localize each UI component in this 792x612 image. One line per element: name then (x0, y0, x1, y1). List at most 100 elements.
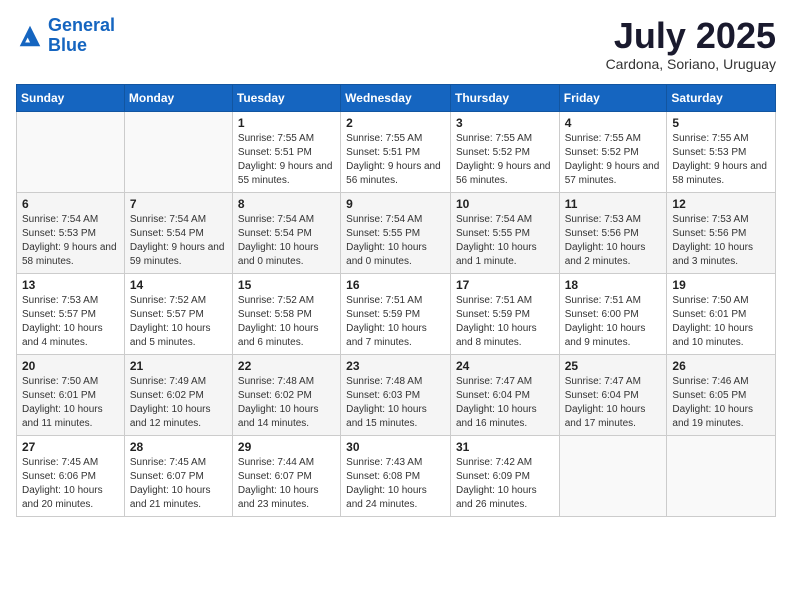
day-info: Sunrise: 7:55 AM Sunset: 5:53 PM Dayligh… (672, 132, 770, 188)
day-info: Sunrise: 7:52 AM Sunset: 5:58 PM Dayligh… (238, 294, 335, 350)
svg-text:▲: ▲ (23, 34, 31, 44)
page-header: ▲ General Blue July 2025 Cardona, Sorian… (16, 16, 776, 72)
day-info: Sunrise: 7:54 AM Sunset: 5:55 PM Dayligh… (346, 213, 445, 269)
day-info: Sunrise: 7:44 AM Sunset: 6:07 PM Dayligh… (238, 456, 335, 512)
day-info: Sunrise: 7:55 AM Sunset: 5:51 PM Dayligh… (238, 132, 335, 188)
calendar-cell: 12 Sunrise: 7:53 AM Sunset: 5:56 PM Dayli… (667, 192, 776, 273)
calendar-cell: 25 Sunrise: 7:47 AM Sunset: 6:04 PM Dayli… (559, 354, 667, 435)
calendar-cell: 27Sunrise: 7:45 AM Sunset: 6:06 PM Dayli… (17, 435, 125, 516)
calendar-cell: 11Sunrise: 7:53 AM Sunset: 5:56 PM Dayli… (559, 192, 667, 273)
calendar-cell: 1 Sunrise: 7:55 AM Sunset: 5:51 PM Daylig… (232, 111, 340, 192)
calendar-week-1: 1 Sunrise: 7:55 AM Sunset: 5:51 PM Daylig… (17, 111, 776, 192)
day-number: 4 (565, 116, 662, 130)
day-info: Sunrise: 7:55 AM Sunset: 5:52 PM Dayligh… (456, 132, 554, 188)
day-number: 25 (565, 359, 662, 373)
day-info: Sunrise: 7:55 AM Sunset: 5:51 PM Dayligh… (346, 132, 445, 188)
day-info: Sunrise: 7:48 AM Sunset: 6:02 PM Dayligh… (238, 375, 335, 431)
day-info: Sunrise: 7:53 AM Sunset: 5:56 PM Dayligh… (565, 213, 662, 269)
day-number: 9 (346, 197, 445, 211)
calendar-cell: 7Sunrise: 7:54 AM Sunset: 5:54 PM Daylig… (124, 192, 232, 273)
day-number: 2 (346, 116, 445, 130)
day-info: Sunrise: 7:53 AM Sunset: 5:57 PM Dayligh… (22, 294, 119, 350)
calendar-week-5: 27Sunrise: 7:45 AM Sunset: 6:06 PM Dayli… (17, 435, 776, 516)
weekday-header-wednesday: Wednesday (341, 84, 451, 111)
calendar-cell: 23 Sunrise: 7:48 AM Sunset: 6:03 PM Dayli… (341, 354, 451, 435)
calendar-cell: 31 Sunrise: 7:42 AM Sunset: 6:09 PM Dayli… (450, 435, 559, 516)
day-number: 30 (346, 440, 445, 454)
day-number: 31 (456, 440, 554, 454)
day-info: Sunrise: 7:45 AM Sunset: 6:07 PM Dayligh… (130, 456, 227, 512)
calendar-cell: 4Sunrise: 7:55 AM Sunset: 5:52 PM Daylig… (559, 111, 667, 192)
calendar-cell: 8 Sunrise: 7:54 AM Sunset: 5:54 PM Daylig… (232, 192, 340, 273)
day-info: Sunrise: 7:53 AM Sunset: 5:56 PM Dayligh… (672, 213, 770, 269)
logo-text: General Blue (48, 16, 115, 56)
day-number: 8 (238, 197, 335, 211)
day-info: Sunrise: 7:51 AM Sunset: 6:00 PM Dayligh… (565, 294, 662, 350)
day-info: Sunrise: 7:51 AM Sunset: 5:59 PM Dayligh… (456, 294, 554, 350)
location-subtitle: Cardona, Soriano, Uruguay (606, 56, 776, 72)
day-info: Sunrise: 7:54 AM Sunset: 5:55 PM Dayligh… (456, 213, 554, 269)
calendar-cell (667, 435, 776, 516)
calendar-cell: 13Sunrise: 7:53 AM Sunset: 5:57 PM Dayli… (17, 273, 125, 354)
calendar-cell: 19Sunrise: 7:50 AM Sunset: 6:01 PM Dayli… (667, 273, 776, 354)
calendar-cell: 29 Sunrise: 7:44 AM Sunset: 6:07 PM Dayli… (232, 435, 340, 516)
calendar-cell: 2 Sunrise: 7:55 AM Sunset: 5:51 PM Daylig… (341, 111, 451, 192)
day-info: Sunrise: 7:48 AM Sunset: 6:03 PM Dayligh… (346, 375, 445, 431)
day-info: Sunrise: 7:47 AM Sunset: 6:04 PM Dayligh… (456, 375, 554, 431)
calendar-cell (559, 435, 667, 516)
day-info: Sunrise: 7:43 AM Sunset: 6:08 PM Dayligh… (346, 456, 445, 512)
day-number: 18 (565, 278, 662, 292)
day-number: 29 (238, 440, 335, 454)
calendar-table: SundayMondayTuesdayWednesdayThursdayFrid… (16, 84, 776, 517)
calendar-cell: 30 Sunrise: 7:43 AM Sunset: 6:08 PM Dayli… (341, 435, 451, 516)
logo-line2: Blue (48, 35, 87, 55)
day-info: Sunrise: 7:47 AM Sunset: 6:04 PM Dayligh… (565, 375, 662, 431)
calendar-cell: 18 Sunrise: 7:51 AM Sunset: 6:00 PM Dayli… (559, 273, 667, 354)
day-number: 10 (456, 197, 554, 211)
day-info: Sunrise: 7:45 AM Sunset: 6:06 PM Dayligh… (22, 456, 119, 512)
calendar-cell: 17 Sunrise: 7:51 AM Sunset: 5:59 PM Dayli… (450, 273, 559, 354)
calendar-cell: 22Sunrise: 7:48 AM Sunset: 6:02 PM Dayli… (232, 354, 340, 435)
day-number: 19 (672, 278, 770, 292)
day-number: 21 (130, 359, 227, 373)
day-info: Sunrise: 7:54 AM Sunset: 5:54 PM Dayligh… (238, 213, 335, 269)
day-number: 16 (346, 278, 445, 292)
calendar-cell: 6 Sunrise: 7:54 AM Sunset: 5:53 PM Daylig… (17, 192, 125, 273)
day-number: 14 (130, 278, 227, 292)
calendar-cell: 21Sunrise: 7:49 AM Sunset: 6:02 PM Dayli… (124, 354, 232, 435)
logo-icon: ▲ (16, 22, 44, 50)
calendar-cell: 26Sunrise: 7:46 AM Sunset: 6:05 PM Dayli… (667, 354, 776, 435)
day-number: 12 (672, 197, 770, 211)
weekday-header-tuesday: Tuesday (232, 84, 340, 111)
weekday-header-saturday: Saturday (667, 84, 776, 111)
day-info: Sunrise: 7:54 AM Sunset: 5:53 PM Dayligh… (22, 213, 119, 269)
weekday-header-friday: Friday (559, 84, 667, 111)
calendar-cell: 14Sunrise: 7:52 AM Sunset: 5:57 PM Dayli… (124, 273, 232, 354)
calendar-cell: 10 Sunrise: 7:54 AM Sunset: 5:55 PM Dayli… (450, 192, 559, 273)
weekday-header-thursday: Thursday (450, 84, 559, 111)
day-number: 3 (456, 116, 554, 130)
day-number: 26 (672, 359, 770, 373)
day-number: 5 (672, 116, 770, 130)
day-number: 15 (238, 278, 335, 292)
weekday-header-row: SundayMondayTuesdayWednesdayThursdayFrid… (17, 84, 776, 111)
calendar-header: SundayMondayTuesdayWednesdayThursdayFrid… (17, 84, 776, 111)
calendar-cell (124, 111, 232, 192)
day-number: 23 (346, 359, 445, 373)
day-number: 24 (456, 359, 554, 373)
day-number: 1 (238, 116, 335, 130)
calendar-cell: 3 Sunrise: 7:55 AM Sunset: 5:52 PM Daylig… (450, 111, 559, 192)
calendar-cell: 24 Sunrise: 7:47 AM Sunset: 6:04 PM Dayli… (450, 354, 559, 435)
calendar-cell: 20Sunrise: 7:50 AM Sunset: 6:01 PM Dayli… (17, 354, 125, 435)
logo-line1: General (48, 15, 115, 35)
weekday-header-monday: Monday (124, 84, 232, 111)
day-info: Sunrise: 7:42 AM Sunset: 6:09 PM Dayligh… (456, 456, 554, 512)
calendar-cell: 15 Sunrise: 7:52 AM Sunset: 5:58 PM Dayli… (232, 273, 340, 354)
calendar-week-2: 6 Sunrise: 7:54 AM Sunset: 5:53 PM Daylig… (17, 192, 776, 273)
calendar-cell: 5 Sunrise: 7:55 AM Sunset: 5:53 PM Daylig… (667, 111, 776, 192)
day-number: 17 (456, 278, 554, 292)
calendar-week-4: 20Sunrise: 7:50 AM Sunset: 6:01 PM Dayli… (17, 354, 776, 435)
calendar-cell: 9 Sunrise: 7:54 AM Sunset: 5:55 PM Daylig… (341, 192, 451, 273)
day-number: 6 (22, 197, 119, 211)
calendar-cell (17, 111, 125, 192)
